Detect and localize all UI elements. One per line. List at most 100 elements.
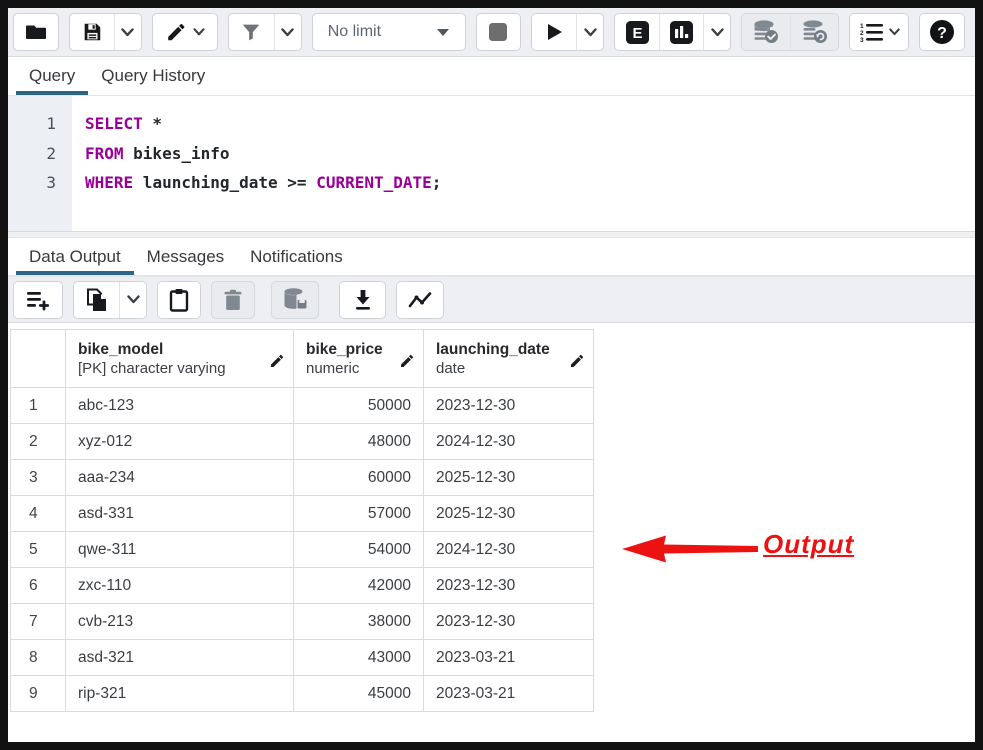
table-row: 4asd-331570002025-12-30 (11, 496, 594, 532)
caret-down-icon (437, 29, 449, 36)
explain-button[interactable]: E (615, 14, 659, 50)
graph-visualiser-button[interactable] (397, 282, 443, 318)
edit-menu-button[interactable] (153, 14, 217, 50)
svg-text:1: 1 (860, 23, 864, 30)
row-number[interactable]: 7 (11, 604, 66, 640)
save-data-button[interactable] (272, 282, 318, 318)
table-cell[interactable]: qwe-311 (66, 532, 294, 568)
results-grid: bike_model[PK] character varyingbike_pri… (10, 329, 594, 712)
sql-editor[interactable]: 123 SELECT *FROM bikes_infoWHERE launchi… (8, 96, 975, 232)
save-dropdown-button[interactable] (114, 14, 141, 50)
cancel-query-button[interactable] (477, 14, 521, 50)
table-cell[interactable]: 48000 (294, 424, 424, 460)
table-cell[interactable]: 50000 (294, 388, 424, 424)
table-cell[interactable]: asd-321 (66, 640, 294, 676)
row-number[interactable]: 5 (11, 532, 66, 568)
grid-corner-cell[interactable] (11, 330, 66, 388)
paste-button[interactable] (158, 282, 200, 318)
tab-data-output[interactable]: Data Output (16, 238, 134, 275)
database-save-icon (282, 287, 308, 312)
help-group: ? (919, 13, 965, 51)
explain-group: E (614, 13, 731, 51)
table-cell[interactable]: zxc-110 (66, 568, 294, 604)
row-number[interactable]: 9 (11, 676, 66, 712)
sql-line[interactable]: SELECT * (85, 109, 441, 139)
edit-column-icon (269, 353, 285, 369)
table-cell[interactable]: 60000 (294, 460, 424, 496)
table-cell[interactable]: 2024-12-30 (424, 532, 594, 568)
table-cell[interactable]: 2023-12-30 (424, 604, 594, 640)
column-header[interactable]: bike_pricenumeric (294, 330, 424, 388)
table-cell[interactable]: asd-331 (66, 496, 294, 532)
explain-analyze-button[interactable] (659, 14, 703, 50)
table-cell[interactable]: 45000 (294, 676, 424, 712)
download-icon (353, 289, 373, 311)
copy-button[interactable] (74, 282, 119, 318)
save-file-button[interactable] (70, 14, 114, 50)
commit-button[interactable] (742, 14, 790, 50)
tab-notifications[interactable]: Notifications (237, 238, 356, 275)
chevron-down-icon (121, 28, 134, 37)
transaction-group (741, 13, 839, 51)
row-number[interactable]: 6 (11, 568, 66, 604)
table-cell[interactable]: xyz-012 (66, 424, 294, 460)
sql-line[interactable]: FROM bikes_info (85, 139, 441, 169)
table-cell[interactable]: abc-123 (66, 388, 294, 424)
list-plus-icon (26, 289, 50, 311)
grid-header-row: bike_model[PK] character varyingbike_pri… (11, 330, 594, 388)
table-cell[interactable]: cvb-213 (66, 604, 294, 640)
copy-dropdown-button[interactable] (119, 282, 146, 318)
table-cell[interactable]: 2023-12-30 (424, 568, 594, 604)
filter-button[interactable] (229, 14, 274, 50)
table-cell[interactable]: 43000 (294, 640, 424, 676)
execute-button[interactable] (532, 14, 576, 50)
execute-dropdown-button[interactable] (576, 14, 603, 50)
graph-visualiser-group (396, 281, 444, 319)
table-cell[interactable]: 2023-03-21 (424, 676, 594, 712)
table-cell[interactable]: 42000 (294, 568, 424, 604)
table-cell[interactable]: rip-321 (66, 676, 294, 712)
column-name: bike_price (306, 340, 383, 359)
rollback-button[interactable] (790, 14, 838, 50)
add-row-button[interactable] (14, 282, 62, 318)
table-cell[interactable]: 57000 (294, 496, 424, 532)
row-number[interactable]: 2 (11, 424, 66, 460)
row-limit-select[interactable]: No limit (313, 14, 465, 50)
filter-dropdown-button[interactable] (274, 14, 301, 50)
table-cell[interactable]: 38000 (294, 604, 424, 640)
add-row-group (13, 281, 63, 319)
open-file-button[interactable] (14, 14, 58, 50)
row-number[interactable]: 3 (11, 460, 66, 496)
tab-query-history[interactable]: Query History (88, 57, 218, 95)
table-cell[interactable]: 2025-12-30 (424, 460, 594, 496)
table-cell[interactable]: aaa-234 (66, 460, 294, 496)
explain-dropdown-button[interactable] (703, 14, 730, 50)
macros-group: 123 (849, 13, 909, 51)
table-cell[interactable]: 2023-03-21 (424, 640, 594, 676)
delete-button[interactable] (212, 282, 254, 318)
table-cell[interactable]: 54000 (294, 532, 424, 568)
folder-icon (24, 20, 48, 44)
download-button[interactable] (340, 282, 385, 318)
macros-button[interactable]: 123 (850, 14, 908, 50)
sql-lines: SELECT *FROM bikes_infoWHERE launching_d… (72, 96, 441, 231)
column-header[interactable]: bike_model[PK] character varying (66, 330, 294, 388)
row-number[interactable]: 1 (11, 388, 66, 424)
row-number[interactable]: 8 (11, 640, 66, 676)
save-file-group (69, 13, 142, 51)
table-cell[interactable]: 2024-12-30 (424, 424, 594, 460)
sql-line[interactable]: WHERE launching_date >= CURRENT_DATE; (85, 168, 441, 198)
tab-query-label: Query (29, 66, 75, 86)
table-row: 6zxc-110420002023-12-30 (11, 568, 594, 604)
tab-messages[interactable]: Messages (134, 238, 237, 275)
save-data-group (271, 281, 319, 319)
help-button[interactable]: ? (920, 14, 964, 50)
tab-query[interactable]: Query (16, 57, 88, 95)
table-cell[interactable]: 2025-12-30 (424, 496, 594, 532)
column-header[interactable]: launching_datedate (424, 330, 594, 388)
row-number[interactable]: 4 (11, 496, 66, 532)
question-circle-icon: ? (929, 19, 955, 45)
table-cell[interactable]: 2023-12-30 (424, 388, 594, 424)
data-output-toolbar (8, 276, 975, 323)
funnel-icon (240, 21, 262, 43)
